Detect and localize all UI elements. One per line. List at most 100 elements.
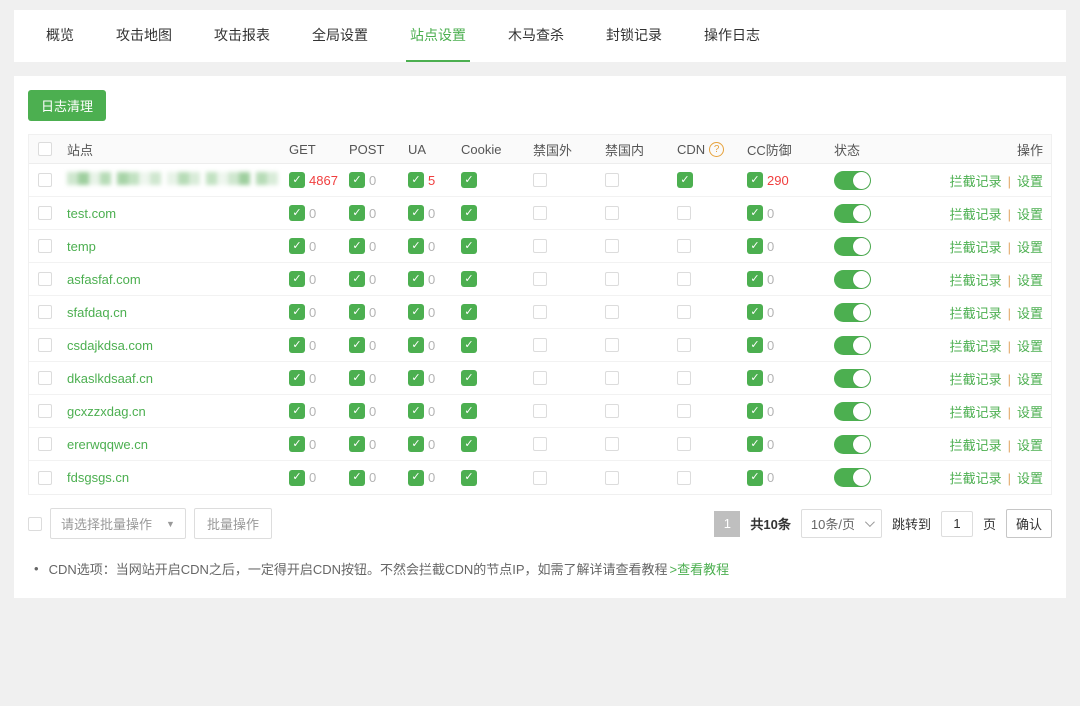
get-checked-icon[interactable]: ✓ (289, 304, 305, 320)
ua-checked-icon[interactable]: ✓ (408, 304, 424, 320)
settings-link[interactable]: 设置 (1017, 405, 1043, 420)
site-link[interactable]: fdsgsgs.cn (67, 470, 129, 485)
settings-link[interactable]: 设置 (1017, 438, 1043, 453)
confirm-button[interactable]: 确认 (1006, 509, 1052, 538)
post-checked-icon[interactable]: ✓ (349, 370, 365, 386)
status-toggle[interactable] (834, 435, 871, 454)
row-checkbox[interactable] (38, 338, 52, 352)
block-foreign-unchecked-checkbox[interactable] (533, 305, 547, 319)
cdn-unchecked-checkbox[interactable] (677, 305, 691, 319)
ua-checked-icon[interactable]: ✓ (408, 403, 424, 419)
row-checkbox[interactable] (38, 305, 52, 319)
cc-defense-checked-icon[interactable]: ✓ (747, 470, 763, 486)
cdn-unchecked-checkbox[interactable] (677, 437, 691, 451)
post-checked-icon[interactable]: ✓ (349, 470, 365, 486)
block-foreign-unchecked-checkbox[interactable] (533, 338, 547, 352)
post-checked-icon[interactable]: ✓ (349, 271, 365, 287)
ua-checked-icon[interactable]: ✓ (408, 470, 424, 486)
row-checkbox[interactable] (38, 371, 52, 385)
cookie-checked-icon[interactable]: ✓ (461, 304, 477, 320)
settings-link[interactable]: 设置 (1017, 240, 1043, 255)
view-tutorial-link[interactable]: >查看教程 (670, 559, 730, 578)
row-checkbox[interactable] (38, 239, 52, 253)
cc-defense-checked-icon[interactable]: ✓ (747, 436, 763, 452)
block-log-link[interactable]: 拦截记录 (950, 471, 1002, 486)
status-toggle[interactable] (834, 171, 871, 190)
settings-link[interactable]: 设置 (1017, 273, 1043, 288)
get-checked-icon[interactable]: ✓ (289, 337, 305, 353)
block-log-link[interactable]: 拦截记录 (950, 306, 1002, 321)
get-checked-icon[interactable]: ✓ (289, 470, 305, 486)
get-checked-icon[interactable]: ✓ (289, 403, 305, 419)
jump-page-input[interactable] (941, 511, 973, 537)
cc-defense-checked-icon[interactable]: ✓ (747, 205, 763, 221)
cdn-unchecked-checkbox[interactable] (677, 272, 691, 286)
tab-8[interactable]: 操作日志 (700, 10, 764, 62)
status-toggle[interactable] (834, 336, 871, 355)
site-link[interactable]: sfafdaq.cn (67, 305, 127, 320)
cookie-checked-icon[interactable]: ✓ (461, 205, 477, 221)
post-checked-icon[interactable]: ✓ (349, 304, 365, 320)
tab-3[interactable]: 攻击报表 (210, 10, 274, 62)
block-foreign-unchecked-checkbox[interactable] (533, 272, 547, 286)
status-toggle[interactable] (834, 303, 871, 322)
block-domestic-unchecked-checkbox[interactable] (605, 173, 619, 187)
get-checked-icon[interactable]: ✓ (289, 436, 305, 452)
site-link[interactable]: ererwqqwe.cn (67, 437, 148, 452)
row-checkbox[interactable] (38, 404, 52, 418)
cc-defense-checked-icon[interactable]: ✓ (747, 238, 763, 254)
block-log-link[interactable]: 拦截记录 (950, 405, 1002, 420)
log-clean-button[interactable]: 日志清理 (28, 90, 106, 121)
block-domestic-unchecked-checkbox[interactable] (605, 206, 619, 220)
block-log-link[interactable]: 拦截记录 (950, 174, 1002, 189)
block-log-link[interactable]: 拦截记录 (950, 438, 1002, 453)
settings-link[interactable]: 设置 (1017, 306, 1043, 321)
row-checkbox[interactable] (38, 206, 52, 220)
status-toggle[interactable] (834, 468, 871, 487)
site-link[interactable]: temp (67, 239, 96, 254)
get-checked-icon[interactable]: ✓ (289, 370, 305, 386)
tab-2[interactable]: 攻击地图 (112, 10, 176, 62)
cookie-checked-icon[interactable]: ✓ (461, 470, 477, 486)
cookie-checked-icon[interactable]: ✓ (461, 436, 477, 452)
post-checked-icon[interactable]: ✓ (349, 337, 365, 353)
status-toggle[interactable] (834, 237, 871, 256)
tab-5[interactable]: 站点设置 (406, 10, 470, 62)
block-domestic-unchecked-checkbox[interactable] (605, 272, 619, 286)
block-foreign-unchecked-checkbox[interactable] (533, 239, 547, 253)
site-link[interactable]: dkaslkdsaaf.cn (67, 371, 153, 386)
block-foreign-unchecked-checkbox[interactable] (533, 173, 547, 187)
ua-checked-icon[interactable]: ✓ (408, 337, 424, 353)
ua-checked-icon[interactable]: ✓ (408, 436, 424, 452)
block-foreign-unchecked-checkbox[interactable] (533, 404, 547, 418)
block-log-link[interactable]: 拦截记录 (950, 207, 1002, 222)
get-checked-icon[interactable]: ✓ (289, 271, 305, 287)
settings-link[interactable]: 设置 (1017, 339, 1043, 354)
block-domestic-unchecked-checkbox[interactable] (605, 305, 619, 319)
bulk-action-button[interactable]: 批量操作 (194, 508, 272, 539)
cookie-checked-icon[interactable]: ✓ (461, 172, 477, 188)
cookie-checked-icon[interactable]: ✓ (461, 403, 477, 419)
block-log-link[interactable]: 拦截记录 (950, 372, 1002, 387)
post-checked-icon[interactable]: ✓ (349, 436, 365, 452)
block-domestic-unchecked-checkbox[interactable] (605, 338, 619, 352)
ua-checked-icon[interactable]: ✓ (408, 205, 424, 221)
site-link[interactable]: asfasfaf.com (67, 272, 141, 287)
cc-defense-checked-icon[interactable]: ✓ (747, 271, 763, 287)
cookie-checked-icon[interactable]: ✓ (461, 370, 477, 386)
cookie-checked-icon[interactable]: ✓ (461, 271, 477, 287)
get-checked-icon[interactable]: ✓ (289, 205, 305, 221)
block-foreign-unchecked-checkbox[interactable] (533, 206, 547, 220)
row-checkbox[interactable] (38, 437, 52, 451)
settings-link[interactable]: 设置 (1017, 372, 1043, 387)
cdn-unchecked-checkbox[interactable] (677, 371, 691, 385)
post-checked-icon[interactable]: ✓ (349, 205, 365, 221)
ua-checked-icon[interactable]: ✓ (408, 238, 424, 254)
post-checked-icon[interactable]: ✓ (349, 403, 365, 419)
block-domestic-unchecked-checkbox[interactable] (605, 239, 619, 253)
post-checked-icon[interactable]: ✓ (349, 238, 365, 254)
cdn-unchecked-checkbox[interactable] (677, 471, 691, 485)
site-link[interactable]: gcxzzxdag.cn (67, 404, 146, 419)
status-toggle[interactable] (834, 270, 871, 289)
cookie-checked-icon[interactable]: ✓ (461, 337, 477, 353)
